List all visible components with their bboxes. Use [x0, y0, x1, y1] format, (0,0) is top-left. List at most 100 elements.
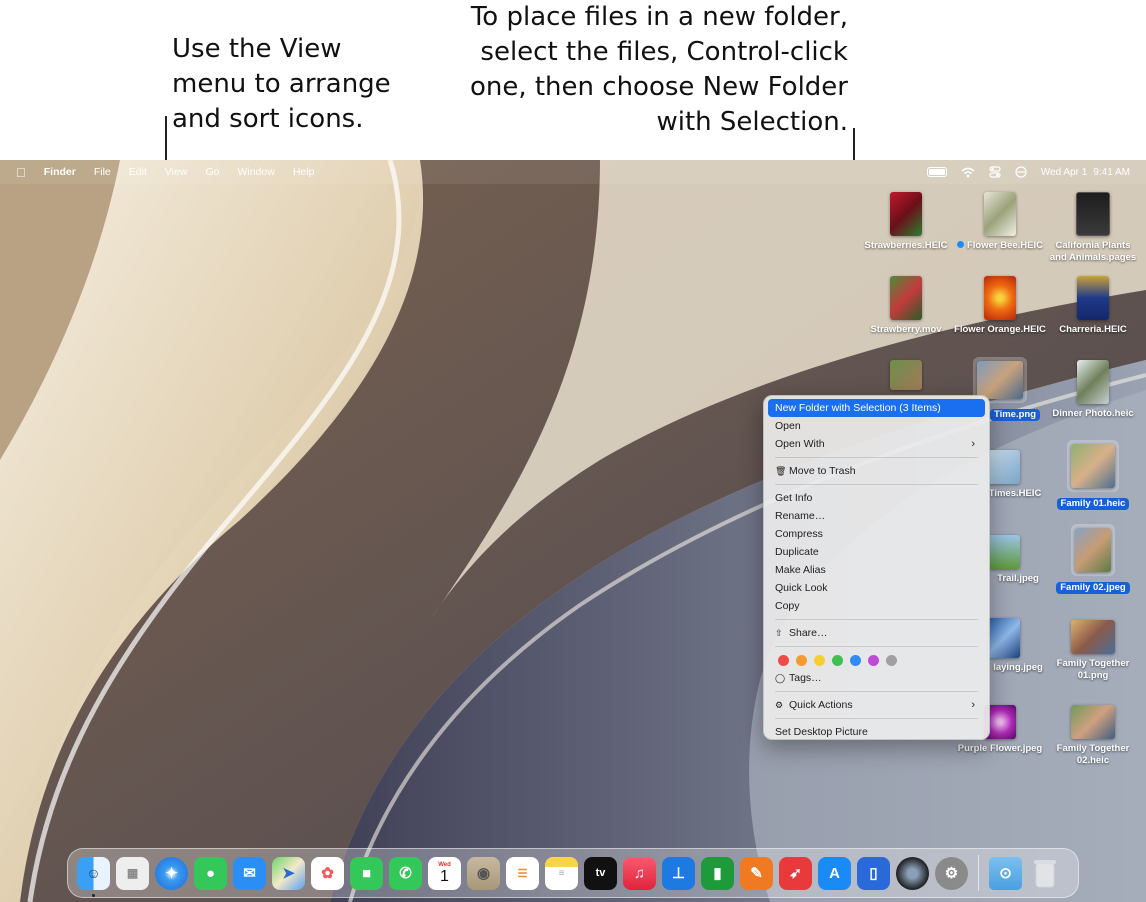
photo-thumbnail [1071, 705, 1115, 739]
menu-item-new-folder-with-selection[interactable]: New Folder with Selection (3 Items) [768, 399, 985, 417]
photo-thumbnail [984, 192, 1016, 236]
callout-view-menu: Use the View menu to arrange and sort ic… [172, 34, 391, 134]
system-settings-icon[interactable]: ⚙ [935, 856, 968, 890]
tag-blue[interactable] [850, 654, 861, 666]
menu-file[interactable]: File [94, 166, 111, 178]
desktop-file[interactable]: Flower Bee.HEIC [954, 192, 1046, 252]
tag-orange[interactable] [796, 654, 807, 666]
notes-icon[interactable]: ≡ [545, 856, 578, 890]
menu-item-open-with[interactable]: Open With › [768, 435, 985, 453]
menu-go[interactable]: Go [205, 166, 219, 178]
menu-help[interactable]: Help [293, 166, 315, 178]
menu-item-label: Open With [775, 438, 825, 450]
trash-icon[interactable] [1028, 857, 1061, 890]
facetime-icon[interactable]: ■ [350, 856, 383, 890]
battery-icon[interactable] [926, 167, 947, 177]
contacts-icon[interactable]: ◉ [467, 856, 500, 890]
desktop-file[interactable]: California Plants and Animals.pages [1047, 192, 1139, 264]
menu-item-open[interactable]: Open [768, 417, 985, 435]
desktop-file-selected[interactable]: Family 02.jpeg [1047, 524, 1139, 594]
wifi-icon[interactable] [961, 167, 975, 178]
file-label: Purple Flower.jpeg [957, 743, 1043, 754]
menu-item-share[interactable]: ⇧ Share… [768, 624, 985, 642]
apple-menu-icon[interactable]:  [16, 165, 26, 180]
tag-dot-blue [956, 241, 964, 248]
app-store-icon[interactable]: A [818, 856, 851, 890]
menu-bar-time[interactable]: 9:41 AM [1093, 167, 1130, 178]
photo-booth-icon[interactable] [896, 856, 929, 890]
desktop-file[interactable]: Dinner Photo.heic [1047, 360, 1139, 420]
menu-separator [775, 718, 978, 719]
photo-thumbnail [1077, 276, 1109, 320]
focus-icon[interactable] [1015, 166, 1027, 178]
reminders-icon[interactable]: ☰ [506, 856, 539, 890]
menu-edit[interactable]: Edit [129, 166, 147, 178]
menu-finder[interactable]: Finder [44, 166, 76, 178]
menu-bar-date[interactable]: Wed Apr 1 [1041, 167, 1088, 178]
photo-thumbnail [1075, 528, 1111, 572]
desktop-file[interactable]: Strawberry.mov [860, 276, 952, 336]
tag-yellow[interactable] [814, 654, 825, 666]
desktop-file[interactable] [860, 360, 952, 394]
context-menu: New Folder with Selection (3 Items) Open… [763, 395, 990, 740]
tag-purple[interactable] [868, 654, 879, 666]
tag-gray[interactable] [886, 654, 897, 666]
menu-item-compress[interactable]: Compress [768, 525, 985, 543]
photo-thumbnail [977, 361, 1023, 399]
tv-icon[interactable]: tv [584, 856, 617, 890]
file-label: Flower Orange.HEIC [954, 324, 1046, 335]
phone-icon[interactable]: ✆ [389, 856, 422, 890]
desktop[interactable]:  Finder File Edit View Go Window Help W… [0, 160, 1146, 902]
file-label-selected: Family 01.heic [1056, 498, 1130, 510]
messages-icon[interactable]: ● [194, 856, 227, 890]
pages-icon[interactable]: ✎ [740, 856, 773, 890]
desktop-file[interactable]: Strawberries.HEIC [860, 192, 952, 252]
downloads-folder-icon[interactable]: ⊙ [989, 856, 1022, 890]
running-indicator [92, 893, 95, 897]
file-label: Strawberries.HEIC [864, 240, 948, 251]
numbers-icon[interactable]: ▮ [701, 856, 734, 890]
photo-thumbnail [988, 618, 1020, 658]
menu-item-label: Quick Actions [789, 699, 853, 711]
menu-item-copy[interactable]: Copy [768, 597, 985, 615]
menu-item-quick-actions[interactable]: ⚙ Quick Actions › [768, 696, 985, 714]
music-icon[interactable]: ♫ [623, 856, 656, 890]
desktop-file[interactable]: Charreria.HEIC [1047, 276, 1139, 336]
menu-view[interactable]: View [165, 166, 188, 178]
file-label: Dinner Photo.heic [1052, 408, 1134, 419]
photo-thumbnail [890, 360, 922, 390]
tag-red[interactable] [778, 654, 789, 666]
calendar-icon[interactable]: Wed 1 [428, 856, 461, 890]
desktop-file[interactable]: Family Together 02.heic [1047, 705, 1139, 767]
photo-thumbnail [984, 276, 1016, 320]
maps-icon[interactable]: ➤ [272, 856, 305, 890]
launchpad-icon[interactable]: ▦ [116, 856, 149, 890]
keynote-icon[interactable]: ⊥ [662, 856, 695, 890]
menu-item-set-desktop-picture[interactable]: Set Desktop Picture [768, 723, 985, 741]
menu-item-get-info[interactable]: Get Info [768, 489, 985, 507]
mail-icon[interactable]: ✉ [233, 856, 266, 890]
chevron-right-icon: › [971, 438, 975, 450]
menu-item-rename[interactable]: Rename… [768, 507, 985, 525]
safari-icon[interactable]: ✦ [155, 856, 188, 890]
photos-icon[interactable]: ✿ [311, 856, 344, 890]
menu-window[interactable]: Window [237, 166, 274, 178]
tag-green[interactable] [832, 654, 843, 666]
rocket-app-icon[interactable]: ➶ [779, 856, 812, 890]
control-center-icon[interactable] [989, 166, 1001, 178]
files-app-icon[interactable]: ▯ [857, 856, 890, 890]
file-label: Family Together 02.heic [1056, 743, 1130, 766]
desktop-file[interactable]: Family Together 01.png [1047, 620, 1139, 682]
desktop-file[interactable]: Flower Orange.HEIC [954, 276, 1046, 336]
file-label: Strawberry.mov [870, 324, 942, 335]
finder-icon[interactable]: ☺ [77, 856, 110, 897]
trash-icon: 🗑 [775, 466, 787, 476]
desktop-file-selected[interactable]: Family 01.heic [1047, 440, 1139, 510]
selection-highlight [1067, 440, 1119, 492]
callout-new-folder: To place files in a new folder, select t… [469, 2, 848, 137]
menu-item-tags[interactable]: ◯ Tags… [768, 669, 985, 687]
menu-item-quick-look[interactable]: Quick Look [768, 579, 985, 597]
menu-item-move-to-trash[interactable]: 🗑 Move to Trash [768, 462, 985, 480]
menu-item-make-alias[interactable]: Make Alias [768, 561, 985, 579]
menu-item-duplicate[interactable]: Duplicate [768, 543, 985, 561]
